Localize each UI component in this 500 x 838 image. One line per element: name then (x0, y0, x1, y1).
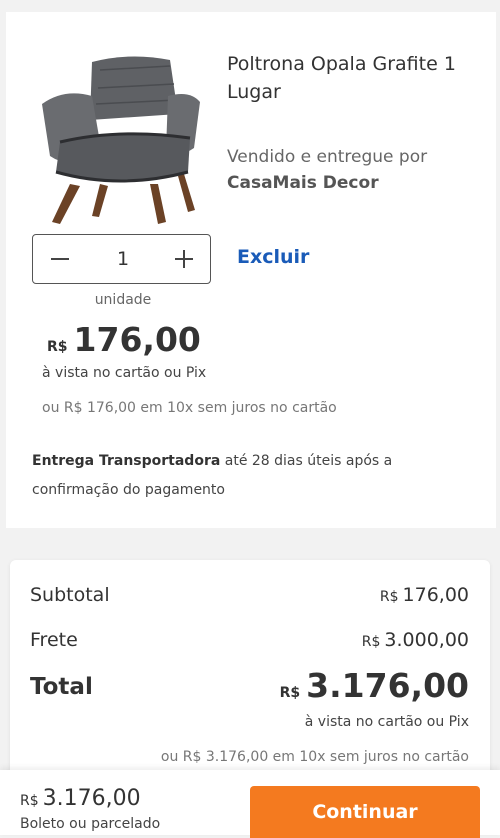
summary-cash-note: à vista no cartão ou Pix (304, 714, 469, 730)
checkout-bar: R$ 3.176,00 Boleto ou parcelado Continuar (0, 770, 500, 838)
total-value: R$ 3.176,00 (280, 666, 469, 705)
shipping-value: R$ 3.000,00 (362, 629, 469, 651)
shipping-label: Frete (30, 629, 78, 651)
subtotal-value: R$ 176,00 (380, 584, 469, 606)
remove-button[interactable]: Excluir (237, 246, 309, 268)
price-value: 176,00 (73, 320, 201, 359)
bottom-currency: R$ (20, 793, 39, 809)
total-label: Total (30, 674, 93, 700)
minus-icon[interactable] (49, 247, 73, 271)
payment-note: Boleto ou parcelado (20, 816, 161, 832)
delivery-info: Entrega Transportadora até 28 dias úteis… (32, 447, 472, 505)
total-amount: 3.176,00 (306, 666, 469, 705)
seller-info: Vendido e entregue por CasaMais Decor (227, 144, 487, 196)
shipping-currency: R$ (361, 634, 381, 650)
quantity-stepper: 1 (32, 234, 211, 284)
bottom-amount: 3.176,00 (42, 786, 141, 811)
subtotal-currency: R$ (379, 589, 399, 605)
continue-button[interactable]: Continuar (250, 786, 480, 838)
cart-item-card: Poltrona Opala Grafite 1 Lugar Vendido e… (6, 12, 496, 528)
seller-prefix: Vendido e entregue por (227, 147, 428, 167)
item-installments: ou R$ 176,00 em 10x sem juros no cartão (42, 400, 337, 416)
price-currency: R$ (47, 339, 68, 355)
order-summary: Subtotal R$ 176,00 Frete R$ 3.000,00 Total… (10, 560, 490, 790)
item-price: R$ 176,00 (47, 320, 201, 359)
summary-installments: ou R$ 3.176,00 em 10x sem juros no cartã… (160, 749, 469, 765)
unit-label: unidade (94, 292, 152, 308)
product-image[interactable] (30, 44, 202, 226)
item-cash-note: à vista no cartão ou Pix (42, 365, 207, 381)
subtotal-amount: 176,00 (402, 584, 469, 606)
delivery-method: Entrega Transportadora (32, 453, 221, 469)
total-currency: R$ (279, 685, 301, 701)
shipping-amount: 3.000,00 (384, 629, 469, 651)
seller-name: CasaMais Decor (227, 173, 379, 193)
subtotal-label: Subtotal (30, 584, 110, 606)
quantity-value[interactable]: 1 (103, 247, 143, 271)
product-title[interactable]: Poltrona Opala Grafite 1 Lugar (227, 50, 487, 106)
plus-icon[interactable] (173, 247, 197, 271)
bottom-total: R$ 3.176,00 (20, 786, 141, 811)
